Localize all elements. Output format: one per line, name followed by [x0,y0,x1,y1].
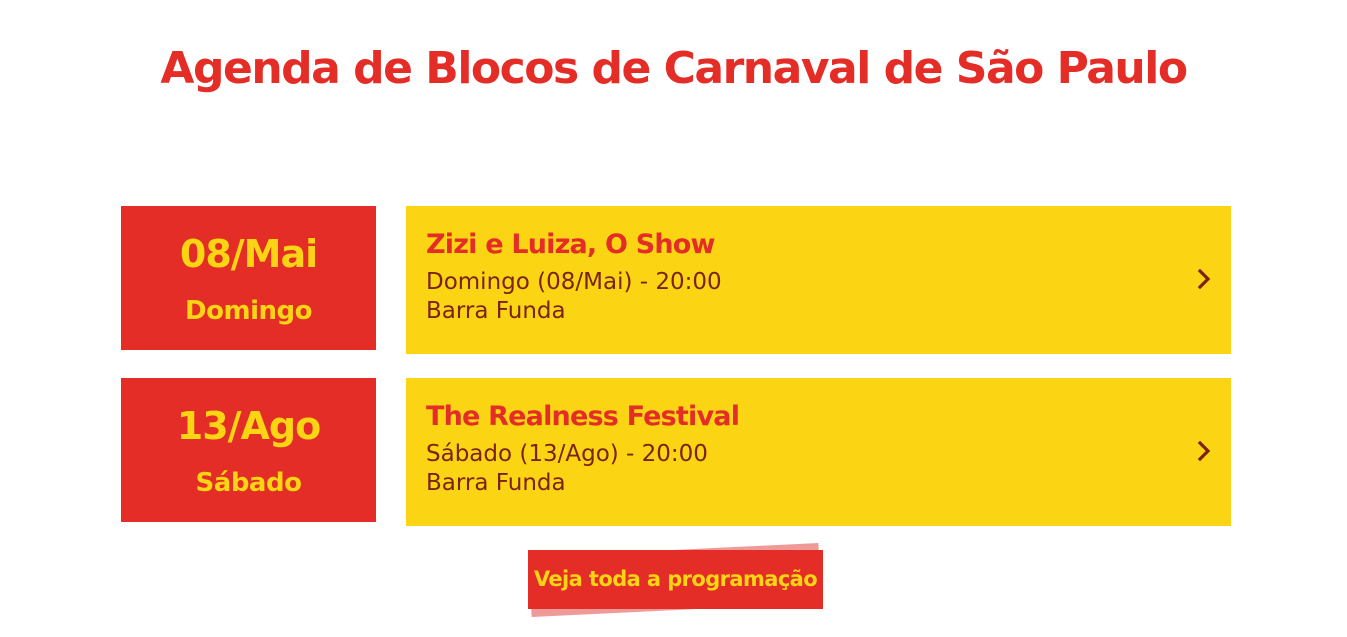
event-name: Zizi e Luiza, O Show [426,229,716,260]
event-row: 13/Ago Sábado The Realness Festival Sába… [121,378,1231,526]
event-weekday: Sábado [195,468,302,498]
event-row: 08/Mai Domingo Zizi e Luiza, O Show Domi… [121,206,1231,354]
date-badge: 13/Ago Sábado [121,378,376,522]
event-date: 13/Ago [176,404,321,448]
event-card-link[interactable]: The Realness Festival Sábado (13/Ago) - … [406,378,1231,526]
event-datetime: Sábado (13/Ago) - 20:00 [426,441,708,467]
date-badge: 08/Mai Domingo [121,206,376,350]
chevron-right-icon[interactable] [1194,440,1214,462]
event-location: Barra Funda [426,470,566,496]
event-location: Barra Funda [426,298,566,324]
see-full-schedule-button[interactable]: Veja toda a programação [528,550,823,609]
chevron-right-icon[interactable] [1194,268,1214,290]
page-title: Agenda de Blocos de Carnaval de São Paul… [160,43,1188,94]
cta-container: Veja toda a programação [528,540,823,622]
event-card-link[interactable]: Zizi e Luiza, O Show Domingo (08/Mai) - … [406,206,1231,354]
event-name: The Realness Festival [426,401,740,432]
event-datetime: Domingo (08/Mai) - 20:00 [426,269,722,295]
event-date: 08/Mai [179,232,318,276]
event-weekday: Domingo [185,296,312,326]
